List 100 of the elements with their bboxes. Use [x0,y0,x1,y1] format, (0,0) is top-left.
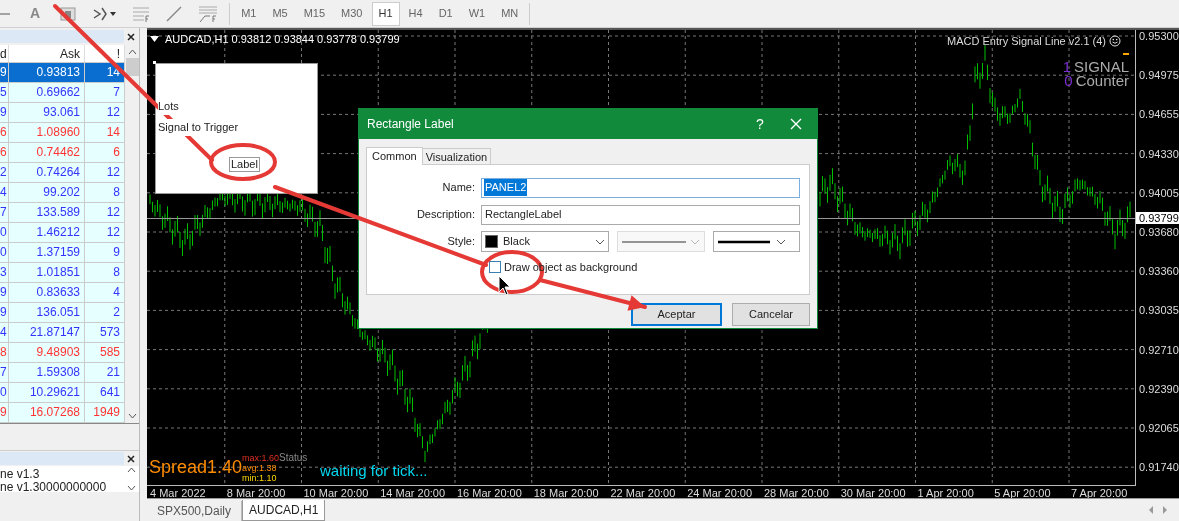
table-row[interactable]: 5 0.69662 7 [0,83,125,103]
chevron-down-icon [776,238,786,245]
table-row[interactable]: 7 133.589 12 [0,203,125,223]
current-price-label: 0.93799 [1136,212,1179,224]
table-cell: 3 [0,263,9,282]
table-cell: 93.061 [9,103,85,122]
spread-label: Spread1.40 [149,457,243,478]
smiley-icon [1109,35,1121,48]
table-row[interactable]: 9 93.061 12 [0,103,125,123]
price-label: 0.93680 [1139,226,1179,238]
color-dropdown[interactable]: Black [481,231,609,252]
time-label: 18 Mar 20:00 [533,487,599,498]
timeframe-button[interactable]: M5 [265,1,295,26]
scroll-right-icon[interactable] [1161,505,1169,515]
table-row[interactable]: 0 1.37159 9 [0,243,125,263]
column-header[interactable]: d [0,45,9,62]
table-cell: 1.37159 [9,243,85,262]
table-cell: 9 [0,283,9,302]
spread-min: min:1.10 [242,473,278,483]
table-cell: 7 [0,203,9,222]
table-row[interactable]: 3 1.01851 8 [0,263,125,283]
color-swatch-icon [485,235,498,248]
table-row[interactable]: 6 1.08960 14 [0,123,125,143]
table-cell: 6 [0,123,9,142]
price-label: 0.92390 [1139,382,1179,395]
arrows-tool-icon[interactable] [92,5,117,22]
scroll-down-icon[interactable] [126,411,138,421]
dialog-button[interactable]: Aceptar [631,303,722,326]
table-row[interactable]: 7 1.59308 21 [0,363,125,383]
table-cell: 4 [0,323,9,342]
time-label: 22 Mar 20:00 [610,487,676,498]
spread-max: max:1.60 [242,453,280,463]
signal-value: 0 [1064,73,1073,88]
dialog-button[interactable]: Cancelar [732,303,810,326]
table-cell: 99.202 [9,183,85,202]
table-row[interactable]: 9 136.051 2 [0,303,125,323]
description-field[interactable]: RectangleLabel [481,204,800,225]
scroll-up-icon[interactable] [126,466,137,475]
chart-symbol: AUDCAD,H1 [165,32,229,47]
selection-marker [153,61,156,64]
line-width-dropdown[interactable] [713,231,800,252]
signal-marker [1123,53,1129,55]
price-label: 0.94975 [1139,69,1179,82]
timeframe-button[interactable]: D1 [431,1,460,26]
price-label: 0.92065 [1139,422,1179,434]
table-row[interactable]: 4 99.202 8 [0,183,125,203]
table-cell: 136.051 [9,303,85,322]
name-field[interactable]: PANEL2 [481,177,800,198]
timeframe-button[interactable]: MN [494,1,526,26]
table-row[interactable]: 2 0.74264 12 [0,163,125,183]
scrollbar-thumb[interactable] [125,58,139,76]
table-cell: 2 [0,163,9,182]
ohlc-price: 0.93844 [274,32,315,47]
table-row[interactable]: 8 9.48903 585 [0,343,125,363]
table-cell: 0 [0,223,9,242]
scroll-down-icon[interactable] [126,483,137,492]
log-line: ne v1.30000000000 [0,481,108,492]
timeframe-button[interactable]: M1 [234,1,264,26]
trendline-tool-icon[interactable] [166,5,183,22]
table-row[interactable]: 9 16.07268 1949 [0,403,125,423]
table-row[interactable]: 9 0.83633 4 [0,283,125,303]
line-style-icon [622,239,686,244]
chart-tab[interactable]: AUDCAD,H1 [242,500,326,521]
dialog-tab[interactable]: Common [366,147,423,165]
table-cell: 0 [0,383,9,402]
table-row[interactable]: 0 10.29621 641 [0,383,125,403]
table-cell: 9 [0,403,9,422]
timeframe-button[interactable]: H1 [371,1,400,26]
timeframe-button[interactable]: H4 [401,1,430,26]
scroll-up-icon[interactable] [126,47,138,57]
column-header[interactable]: Ask [9,45,85,62]
price-label: 0.95300 [1139,30,1179,42]
chevron-down-icon [690,238,700,245]
status-text: waiting for tick... [320,463,428,479]
checkbox[interactable] [489,261,501,273]
line-style-dropdown[interactable] [617,231,705,252]
table-cell: 1.59308 [9,363,85,382]
highlight-circle [209,143,277,181]
time-label: 28 Mar 20:00 [764,487,829,498]
dropdown-icon[interactable] [150,35,159,43]
table-cell: 1.01851 [9,263,85,282]
price-label: 0.94655 [1139,108,1179,121]
table-row[interactable]: 0 1.46212 12 [0,223,125,243]
timeframe-button[interactable]: M15 [296,1,333,26]
time-label: 30 Mar 20:00 [840,487,906,498]
table-row[interactable]: 6 0.74462 6 [0,143,125,163]
label-object[interactable]: Label [229,157,260,172]
table-cell: 4 [0,183,9,202]
ohlc-price: 0.93799 [359,32,400,47]
help-button[interactable]: ? [745,113,775,135]
dialog-tab[interactable]: Visualization [422,148,492,164]
scroll-left-icon[interactable] [1147,505,1155,515]
table-row[interactable]: 4 21.87147 573 [0,323,125,343]
timeframe-button[interactable]: W1 [461,1,493,26]
table-cell: 0 [0,243,9,262]
price-label: 0.91740 [1139,461,1179,474]
line-width-icon [718,239,770,244]
dialog-title: Rectangle Label [367,116,455,133]
price-label: 0.94005 [1139,186,1179,199]
timeframe-button[interactable]: M30 [334,1,370,26]
